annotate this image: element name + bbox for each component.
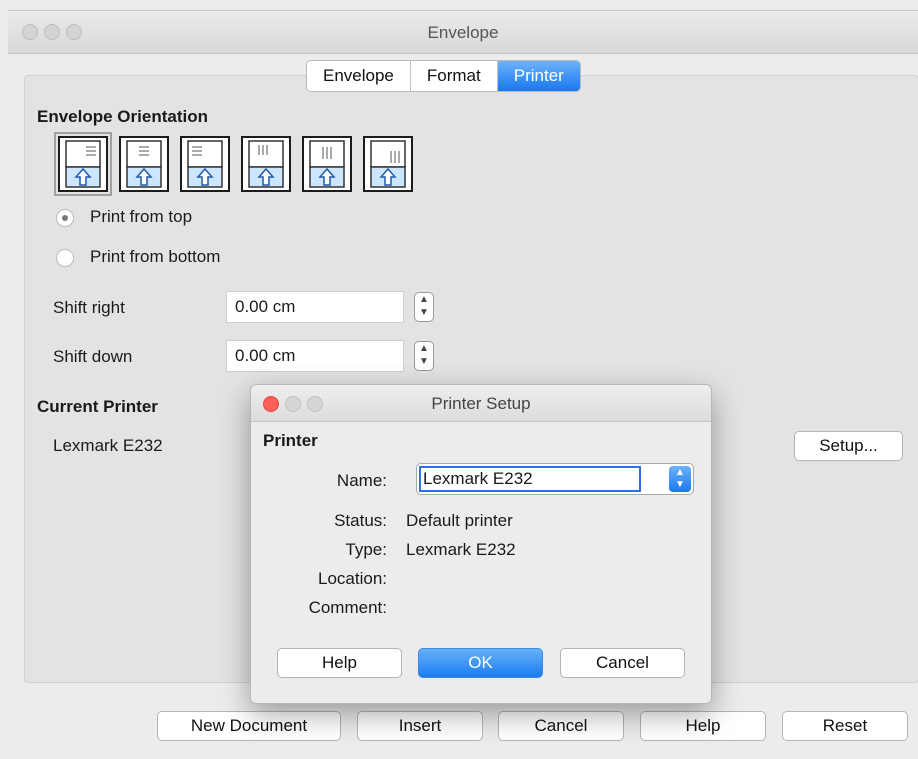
insert-button[interactable]: Insert <box>357 711 483 741</box>
tab-printer[interactable]: Printer <box>497 61 580 91</box>
help-button[interactable]: Help <box>640 711 766 741</box>
dialog-cancel-button[interactable]: Cancel <box>560 648 685 678</box>
envelope-orientation-icon <box>126 140 162 188</box>
print-from-top-radio[interactable] <box>56 209 74 227</box>
orientation-option-6[interactable] <box>363 136 413 192</box>
status-value: Default printer <box>406 511 513 530</box>
new-document-button[interactable]: New Document <box>157 711 341 741</box>
dialog-title: Printer Setup <box>431 394 531 413</box>
shift-right-stepper[interactable]: ▲ ▼ <box>414 292 434 322</box>
print-from-top-label: Print from top <box>90 207 193 226</box>
comment-label: Comment: <box>308 598 387 617</box>
tab-bar: Envelope Format Printer <box>306 60 581 92</box>
printer-name-value: Lexmark E232 <box>419 466 641 492</box>
printer-name-select[interactable]: Lexmark E232 ▲ ▼ <box>416 463 694 495</box>
dialog-ok-button[interactable]: OK <box>418 648 543 678</box>
shift-down-input[interactable]: 0.00 cm <box>226 340 404 372</box>
shift-down-stepper[interactable]: ▲ ▼ <box>414 341 434 371</box>
dialog-help-button[interactable]: Help <box>277 648 402 678</box>
orientation-option-4[interactable] <box>241 136 291 192</box>
reset-button[interactable]: Reset <box>782 711 908 741</box>
orientation-option-1[interactable] <box>54 132 112 196</box>
printer-setup-dialog: Printer Setup Printer Name: Lexmark E232… <box>250 384 712 704</box>
print-from-bottom-radio[interactable] <box>56 249 74 267</box>
shift-right-label: Shift right <box>53 298 125 317</box>
setup-button[interactable]: Setup... <box>794 431 903 461</box>
window-title: Envelope <box>427 23 499 42</box>
print-from-bottom-label: Print from bottom <box>90 247 221 266</box>
shift-right-input[interactable]: 0.00 cm <box>226 291 404 323</box>
cancel-button[interactable]: Cancel <box>498 711 624 741</box>
title-bar: Envelope <box>8 11 918 54</box>
envelope-orientation-icon <box>65 140 101 188</box>
select-arrows-icon: ▲ ▼ <box>669 466 691 492</box>
envelope-orientation-icon <box>187 140 223 188</box>
orientation-option-2[interactable] <box>119 136 169 192</box>
current-printer-name: Lexmark E232 <box>53 436 163 455</box>
orientation-option-5[interactable] <box>302 136 352 192</box>
tab-envelope[interactable]: Envelope <box>307 61 411 91</box>
tab-format[interactable]: Format <box>410 61 498 91</box>
envelope-orientation-icon <box>370 140 406 188</box>
envelope-orientation-heading: Envelope Orientation <box>37 107 208 126</box>
shift-down-label: Shift down <box>53 347 133 366</box>
dialog-title-bar: Printer Setup <box>251 385 711 422</box>
status-label: Status: <box>334 511 387 530</box>
location-label: Location: <box>318 569 387 588</box>
current-printer-heading: Current Printer <box>37 397 158 416</box>
envelope-orientation-icon <box>309 140 345 188</box>
printer-section-heading: Printer <box>263 431 318 450</box>
name-label: Name: <box>336 471 387 490</box>
type-label: Type: <box>345 540 387 559</box>
type-value: Lexmark E232 <box>406 540 516 559</box>
radio-selected-dot <box>62 215 68 221</box>
envelope-orientation-icon <box>248 140 284 188</box>
orientation-option-3[interactable] <box>180 136 230 192</box>
